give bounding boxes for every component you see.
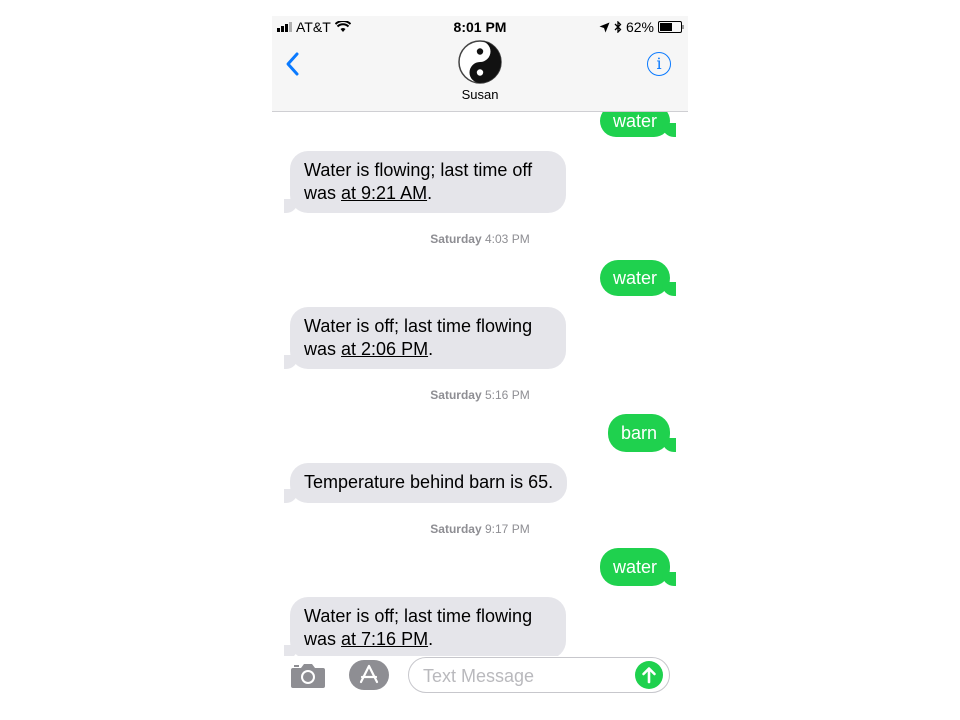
message-input-placeholder: Text Message xyxy=(423,666,535,686)
message-text: . xyxy=(428,629,434,649)
status-right: 62% xyxy=(599,19,684,35)
message-text: water xyxy=(612,111,657,131)
location-arrow-icon xyxy=(599,22,610,32)
messages-app: water Water is flowing; last time off wa… xyxy=(272,16,688,704)
camera-icon[interactable] xyxy=(290,661,326,689)
battery-icon xyxy=(658,21,684,33)
timestamp-day: Saturday xyxy=(430,522,482,536)
input-bar: Text Message xyxy=(272,656,688,704)
message-text: . xyxy=(428,339,434,359)
timestamp: Saturday 9:17 PM xyxy=(272,522,688,536)
time-link[interactable]: at 2:06 PM xyxy=(341,339,428,359)
outgoing-message[interactable]: barn xyxy=(607,414,677,452)
message-text: water xyxy=(612,557,657,577)
battery-percent: 62% xyxy=(625,19,654,35)
message-text: water xyxy=(612,268,657,288)
send-arrow-icon[interactable] xyxy=(635,661,663,689)
message-input[interactable]: Text Message xyxy=(408,657,670,693)
bluetooth-icon xyxy=(614,21,622,33)
outgoing-message[interactable]: water xyxy=(599,548,677,586)
time-link[interactable]: at 9:21 AM xyxy=(341,183,427,203)
incoming-message[interactable]: Temperature behind barn is 65. xyxy=(283,463,568,503)
timestamp-time: 5:16 PM xyxy=(485,388,530,402)
incoming-message[interactable]: Water is flowing; last time off was at 9… xyxy=(284,151,566,213)
outgoing-message[interactable]: water xyxy=(599,260,677,296)
app-store-icon[interactable] xyxy=(349,660,389,690)
incoming-message[interactable]: Water is off; last time flowing was at 2… xyxy=(284,307,566,369)
info-circle-icon[interactable]: i xyxy=(647,52,671,76)
chevron-left-icon[interactable] xyxy=(282,50,306,78)
message-text: Temperature behind barn is 65. xyxy=(304,472,554,492)
conversation[interactable]: water Water is flowing; last time off wa… xyxy=(272,16,688,659)
timestamp: Saturday 5:16 PM xyxy=(272,388,688,402)
timestamp-time: 9:17 PM xyxy=(485,522,530,536)
time-link[interactable]: at 7:16 PM xyxy=(341,629,428,649)
timestamp-day: Saturday xyxy=(430,388,482,402)
conversation-header: AT&T 8:01 PM 62% Susan i xyxy=(272,16,688,112)
timestamp: Saturday 4:03 PM xyxy=(272,232,688,246)
contact-name[interactable]: Susan xyxy=(272,87,688,102)
message-text: . xyxy=(427,183,433,203)
timestamp-day: Saturday xyxy=(430,232,482,246)
status-bar: AT&T 8:01 PM 62% xyxy=(272,16,688,38)
message-text: barn xyxy=(620,423,657,443)
incoming-message[interactable]: Water is off; last time flowing was at 7… xyxy=(284,597,566,659)
yin-yang-icon[interactable] xyxy=(458,40,502,84)
timestamp-time: 4:03 PM xyxy=(485,232,530,246)
